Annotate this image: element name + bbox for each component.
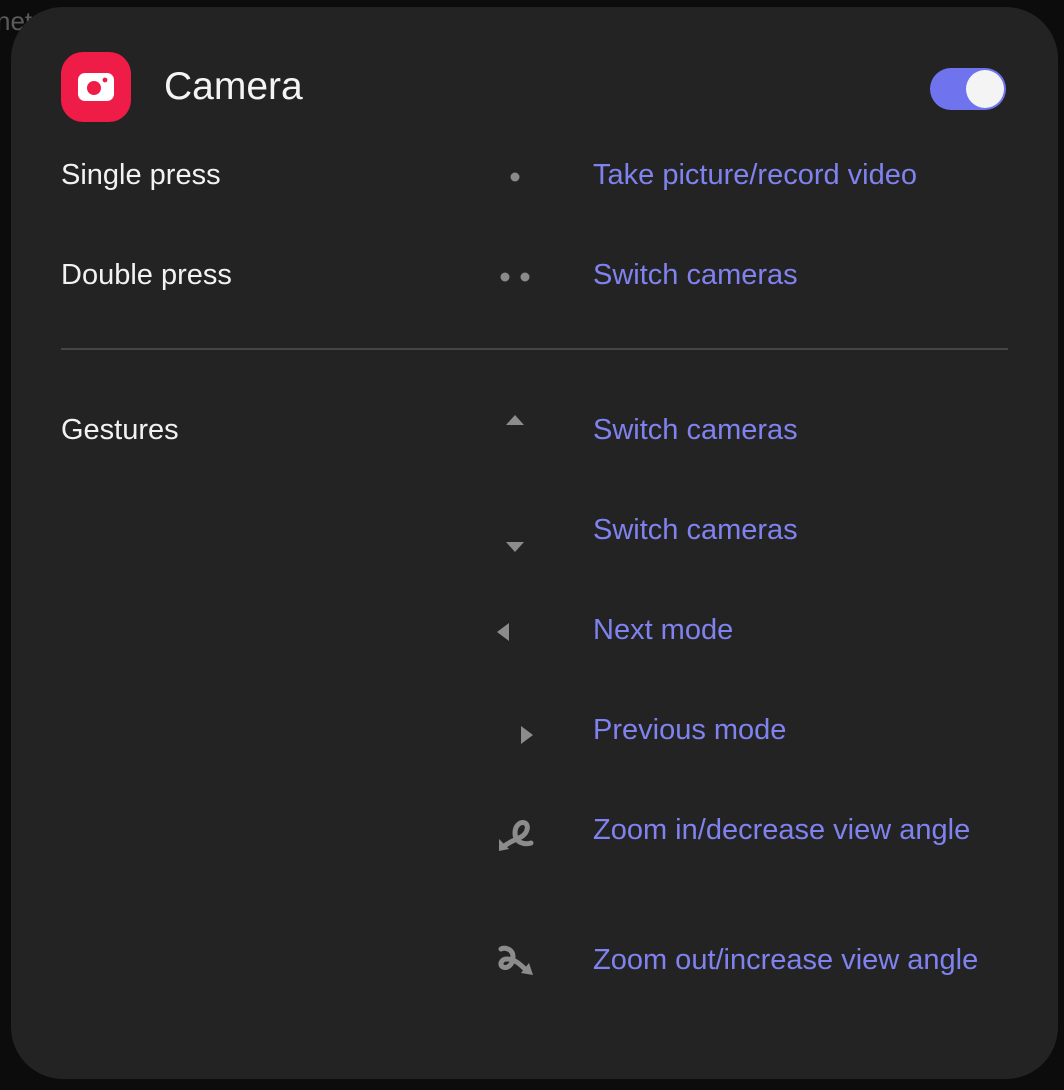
gestures-label: Gestures	[61, 414, 179, 446]
single-dot-icon	[491, 153, 539, 201]
gesture-action-zoom-in[interactable]: Zoom in/decrease view angle	[593, 811, 993, 849]
single-press-label: Single press	[61, 159, 221, 191]
section-divider	[61, 348, 1008, 350]
app-title: Camera	[164, 65, 303, 108]
camera-enable-toggle[interactable]	[930, 68, 1006, 110]
gesture-action-zoom-out[interactable]: Zoom out/increase view angle	[593, 941, 993, 979]
gesture-action-right[interactable]: Previous mode	[593, 711, 993, 749]
air-action-camera-card: Camera Single press Take picture/record …	[11, 7, 1058, 1079]
single-press-action[interactable]: Take picture/record video	[593, 156, 993, 194]
loop-clockwise-icon	[491, 939, 539, 987]
gesture-action-left[interactable]: Next mode	[593, 611, 993, 649]
arrow-right-icon	[491, 711, 539, 759]
gesture-action-down[interactable]: Switch cameras	[593, 511, 993, 549]
arrow-left-icon	[491, 608, 539, 656]
arrow-up-icon	[491, 408, 539, 456]
double-dot-icon	[491, 253, 539, 301]
double-press-label: Double press	[61, 259, 232, 291]
card-header: Camera	[61, 52, 1006, 124]
arrow-down-icon	[491, 511, 539, 559]
camera-app-icon	[61, 52, 131, 122]
loop-counterclockwise-icon	[491, 809, 539, 857]
double-press-action[interactable]: Switch cameras	[593, 256, 993, 294]
gesture-action-up[interactable]: Switch cameras	[593, 411, 993, 449]
toggle-knob	[966, 70, 1004, 108]
